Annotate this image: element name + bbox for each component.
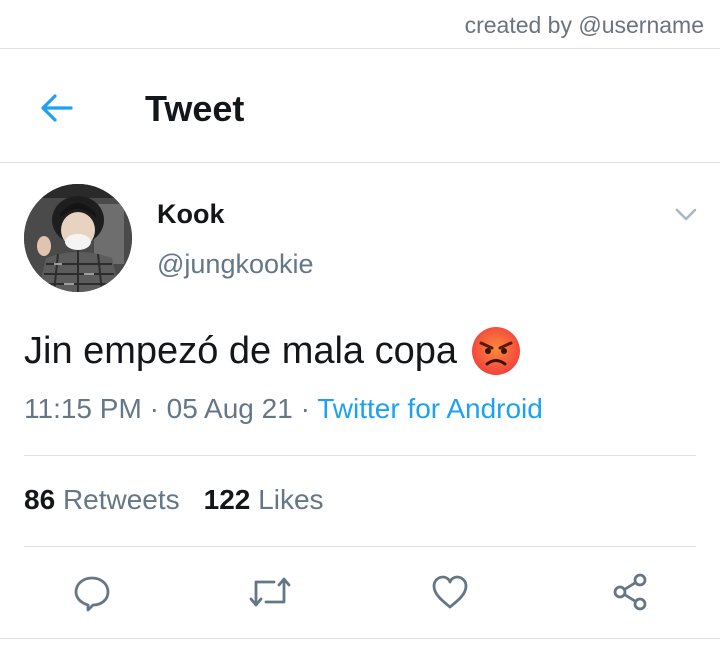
share-button[interactable] xyxy=(608,570,652,614)
retweets-count: 86 xyxy=(24,484,56,515)
separator: · xyxy=(149,393,159,424)
separator: · xyxy=(300,393,310,424)
like-icon xyxy=(432,575,468,609)
avatar[interactable] xyxy=(24,184,132,292)
tweet-options-button[interactable] xyxy=(672,203,700,225)
likes-count: 122 xyxy=(203,484,251,515)
tweet-source-link[interactable]: Twitter for Android xyxy=(317,393,543,424)
tweet-body: Jin empezó de mala copa xyxy=(24,326,521,376)
page-title: Tweet xyxy=(145,88,245,129)
divider xyxy=(24,455,696,456)
tweet-metadata: 11:15 PM · 05 Aug 21 · Twitter for Andro… xyxy=(24,393,543,425)
chevron-down-icon xyxy=(675,208,697,221)
likes-stat[interactable]: 122 Likes xyxy=(204,484,324,515)
retweet-button[interactable] xyxy=(248,570,292,614)
divider xyxy=(0,162,720,163)
back-button[interactable] xyxy=(36,88,76,128)
author-handle[interactable]: @jungkookie xyxy=(157,249,314,280)
divider xyxy=(0,638,720,639)
likes-label: Likes xyxy=(258,484,324,515)
arrow-left-icon xyxy=(41,94,73,122)
reply-icon xyxy=(74,576,110,612)
tweet-stats: 86 Retweets 122 Likes xyxy=(24,484,324,516)
watermark-credit: created by @username xyxy=(464,12,704,38)
avatar-image xyxy=(24,184,132,292)
divider xyxy=(0,48,720,49)
retweets-label: Retweets xyxy=(62,484,180,515)
retweet-icon xyxy=(249,577,291,607)
divider xyxy=(24,546,696,547)
share-icon xyxy=(613,573,647,611)
author-name[interactable]: Kook xyxy=(157,199,225,230)
retweets-stat[interactable]: 86 Retweets xyxy=(24,484,180,515)
tweet-date: 05 Aug 21 xyxy=(166,393,293,424)
tweet-time: 11:15 PM xyxy=(24,393,142,424)
angry-face-icon xyxy=(472,327,521,375)
like-button[interactable] xyxy=(428,570,472,614)
reply-button[interactable] xyxy=(70,570,114,614)
tweet-text: Jin empezó de mala copa xyxy=(24,329,458,372)
